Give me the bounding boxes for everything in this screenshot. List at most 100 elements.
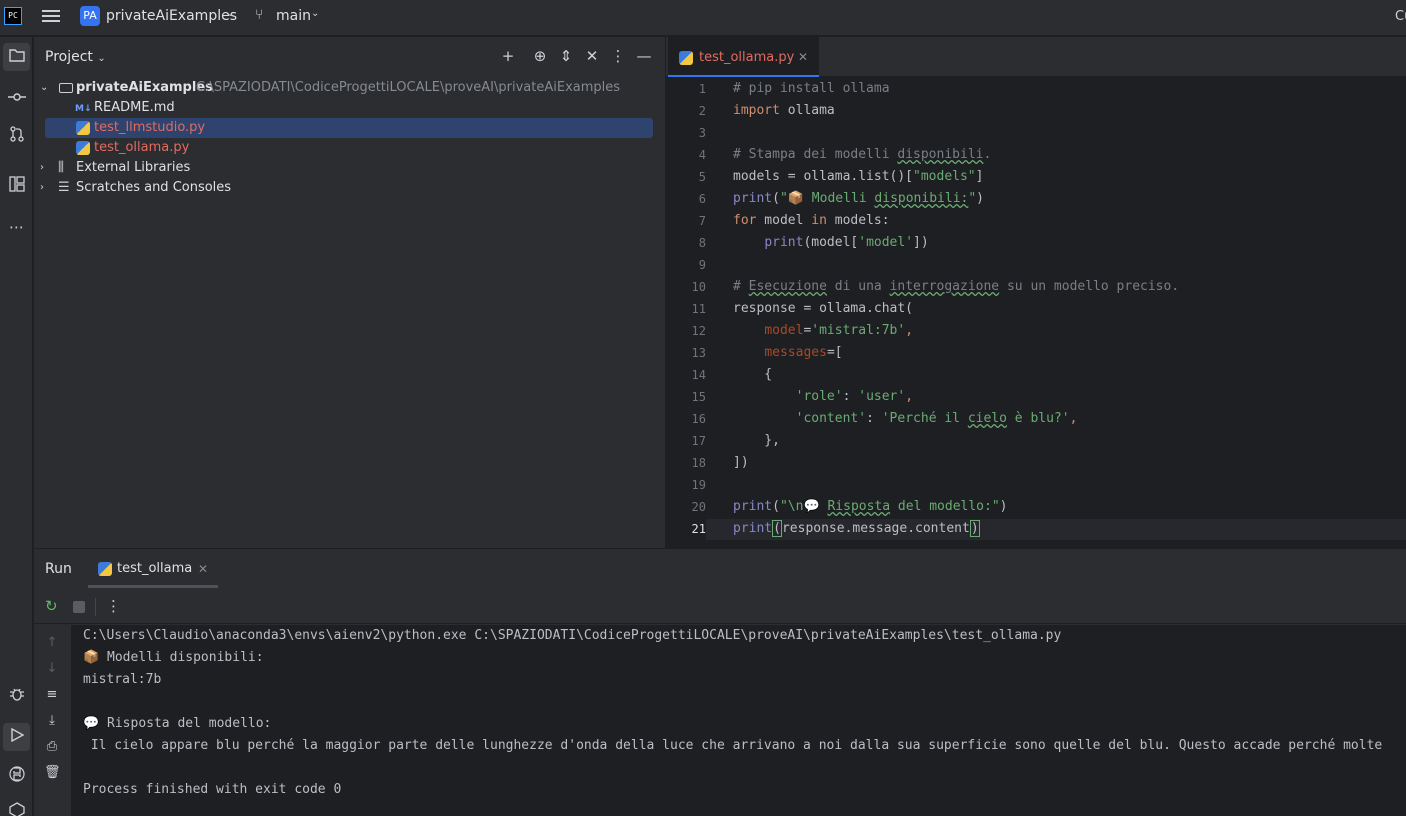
- more-tools-icon[interactable]: ⋯: [0, 213, 33, 241]
- locate-file-icon[interactable]: ⊕: [530, 47, 550, 65]
- chevron-right-icon[interactable]: ›: [40, 158, 44, 178]
- line-number: 15: [691, 390, 706, 404]
- ide-window: PC PA privateAiExamples ⌄ ⑂ main ⌄ Cu ⋯: [0, 0, 1406, 816]
- tree-item-test-llmstudio[interactable]: test_llmstudio.py: [34, 118, 665, 138]
- debug-icon[interactable]: [0, 683, 33, 711]
- options-icon[interactable]: ⋮: [608, 47, 628, 65]
- tree-item-label: test_ollama.py: [94, 140, 190, 155]
- scroll-up-icon[interactable]: ↑: [44, 635, 60, 650]
- toolbar-divider: [95, 598, 96, 616]
- code-line[interactable]: {: [733, 367, 772, 382]
- line-number: 7: [698, 214, 706, 228]
- line-number: 13: [691, 346, 706, 360]
- markdown-icon: M↓: [75, 104, 92, 114]
- run-tab-test-ollama[interactable]: test_ollama: [117, 561, 192, 576]
- code-line[interactable]: model='mistral:7b',: [733, 323, 913, 338]
- new-file-icon[interactable]: +: [498, 47, 518, 65]
- pycharm-logo-icon[interactable]: PC: [4, 7, 22, 25]
- line-number: 14: [691, 368, 706, 382]
- console-line: 📦 Modelli disponibili:: [83, 650, 264, 665]
- close-icon[interactable]: ✕: [798, 50, 808, 64]
- collapse-all-icon[interactable]: ✕: [582, 47, 602, 65]
- clear-console-icon[interactable]: 🗑: [44, 765, 61, 780]
- console-line: Process finished with exit code 0: [83, 782, 342, 797]
- line-number: 4: [698, 148, 706, 162]
- chevron-down-icon[interactable]: ⌄: [311, 8, 319, 19]
- print-icon[interactable]: ⎙: [44, 739, 60, 754]
- line-number: 1: [698, 82, 706, 96]
- chevron-down-icon[interactable]: ⌄: [226, 8, 234, 19]
- close-icon[interactable]: ✕: [198, 562, 208, 576]
- tree-item-test-ollama[interactable]: test_ollama.py: [34, 138, 665, 158]
- project-badge[interactable]: PA: [80, 6, 100, 26]
- code-line[interactable]: print(model['model']): [733, 235, 928, 250]
- code-line[interactable]: response = ollama.chat(: [733, 301, 913, 316]
- tree-item-project-root[interactable]: ⌄ privateAiExamples C:\SPAZIODATI\Codice…: [34, 78, 665, 98]
- library-icon: ⫼: [58, 160, 64, 175]
- code-line[interactable]: # Esecuzione di una interrogazione su un…: [733, 279, 1179, 294]
- code-line[interactable]: # pip install ollama: [733, 81, 890, 96]
- console-line: mistral:7b: [83, 672, 162, 687]
- line-number: 18: [691, 456, 706, 470]
- line-number: 9: [698, 258, 706, 272]
- options-icon[interactable]: ⋮: [106, 597, 121, 615]
- tree-item-readme[interactable]: M↓ README.md: [34, 98, 665, 118]
- scroll-to-end-icon[interactable]: ⤓: [44, 713, 60, 728]
- stop-icon[interactable]: [73, 601, 85, 613]
- console-line: 💬 Risposta del modello:: [83, 716, 272, 731]
- project-folder-icon[interactable]: [3, 43, 30, 71]
- code-line[interactable]: 'content': 'Perché il cielo è blu?',: [733, 411, 1078, 426]
- tree-item-label: Scratches and Consoles: [76, 180, 232, 195]
- project-selector[interactable]: privateAiExamples: [106, 8, 237, 24]
- main-menu-icon[interactable]: [42, 7, 60, 25]
- code-line[interactable]: for model in models:: [733, 213, 890, 228]
- console-line: Il cielo appare blu perché la maggior pa…: [83, 738, 1383, 753]
- tab-label[interactable]: test_ollama.py: [699, 50, 794, 65]
- expand-all-icon[interactable]: ⇕: [556, 47, 576, 65]
- python-console-icon[interactable]: [0, 763, 33, 791]
- soft-wrap-icon[interactable]: ≡: [44, 687, 60, 702]
- line-number: 3: [698, 126, 706, 140]
- hide-panel-icon[interactable]: —: [634, 47, 654, 65]
- project-panel-title[interactable]: Project ⌄: [45, 49, 106, 65]
- branch-selector[interactable]: main: [276, 8, 311, 24]
- scroll-down-icon[interactable]: ↓: [44, 661, 60, 676]
- run-toolbar: [34, 590, 1406, 624]
- code-line[interactable]: models = ollama.list()["models"]: [733, 169, 983, 184]
- chevron-right-icon[interactable]: ›: [40, 178, 44, 198]
- branch-icon[interactable]: ⑂: [255, 7, 263, 23]
- rerun-icon[interactable]: ↻: [45, 597, 58, 615]
- scratches-icon: ☰: [58, 180, 70, 195]
- code-line[interactable]: # Stampa dei modelli disponibili.: [733, 147, 991, 162]
- code-line[interactable]: messages=[: [733, 345, 842, 360]
- run-icon[interactable]: [3, 723, 30, 751]
- code-line[interactable]: print("\n💬 Risposta del modello:"): [733, 499, 1008, 514]
- code-line[interactable]: print("📦 Modelli disponibili:"): [733, 191, 984, 206]
- tree-item-label: test_llmstudio.py: [94, 120, 206, 135]
- code-line[interactable]: 'role': 'user',: [733, 389, 913, 404]
- commit-icon[interactable]: [0, 83, 33, 111]
- code-line[interactable]: print(response.message.content): [733, 520, 980, 537]
- structure-icon[interactable]: [0, 173, 33, 201]
- line-number: 8: [698, 236, 706, 250]
- python-file-icon: [76, 141, 90, 155]
- python-file-icon: [76, 121, 90, 135]
- python-file-icon: [679, 51, 693, 65]
- run-tab-underline: [88, 585, 218, 588]
- pull-requests-icon[interactable]: [0, 123, 33, 151]
- tool-window-strip: ⋯: [0, 37, 33, 816]
- line-number: 10: [691, 280, 706, 294]
- code-line[interactable]: ]): [733, 455, 749, 470]
- chevron-down-icon[interactable]: ⌄: [40, 78, 48, 98]
- code-line[interactable]: import ollama: [733, 103, 835, 118]
- line-number: 21: [691, 522, 706, 536]
- tree-item-path: C:\SPAZIODATI\CodiceProgettiLOCALE\prove…: [196, 80, 621, 95]
- line-number: 11: [691, 302, 706, 316]
- tree-item-external-libraries[interactable]: › ⫼ External Libraries: [34, 158, 665, 178]
- titlebar-cut-text[interactable]: Cu: [1395, 9, 1406, 24]
- packages-icon[interactable]: [0, 799, 33, 816]
- tree-item-scratches[interactable]: › ☰ Scratches and Consoles: [34, 178, 665, 198]
- code-line[interactable]: },: [733, 433, 780, 448]
- tree-item-label: README.md: [94, 100, 175, 115]
- line-number: 16: [691, 412, 706, 426]
